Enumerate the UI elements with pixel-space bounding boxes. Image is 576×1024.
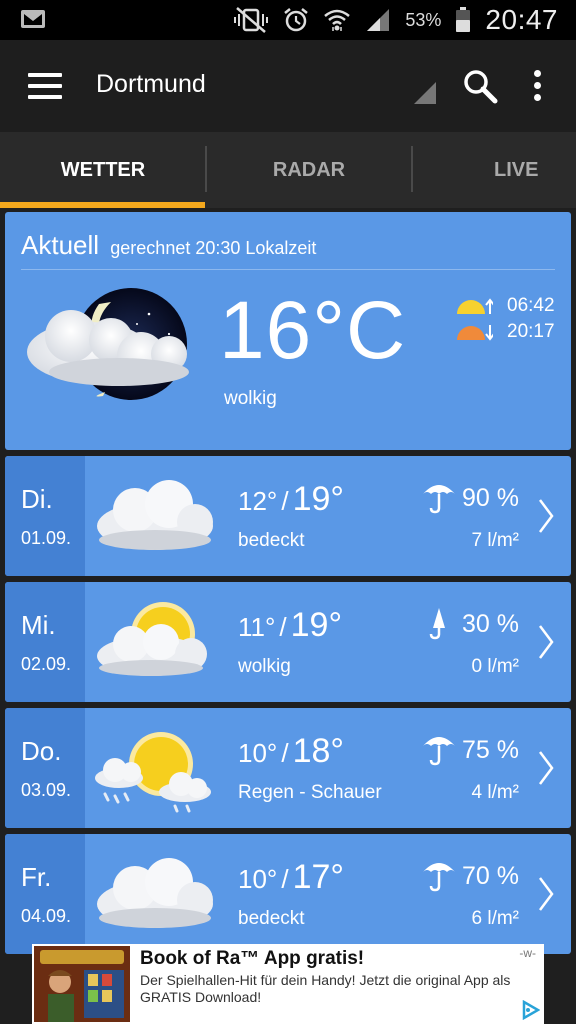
- ad-marker: -w-: [519, 946, 536, 960]
- tab-live[interactable]: LIVE: [412, 132, 576, 208]
- signal-icon: [367, 9, 390, 31]
- forecast-row[interactable]: Do. 03.09. 10°/18° Regen - Schauer 75 % …: [5, 708, 571, 828]
- day-condition: wolkig: [238, 656, 291, 677]
- sunrise-icon: [457, 298, 493, 314]
- current-condition: wolkig: [224, 388, 277, 409]
- temp-min: 12°: [238, 486, 278, 516]
- temp-max: 18°: [292, 732, 344, 770]
- temp-min: 11°: [238, 612, 276, 642]
- tab-bar: WETTER RADAR LIVE: [0, 132, 576, 208]
- day-temperatures: 10°/18°: [238, 732, 344, 770]
- day-condition: bedeckt: [238, 530, 305, 551]
- day-temperatures: 12°/19°: [238, 480, 344, 518]
- current-heading: Aktuell gerechnet 20:30 Lokalzeit: [21, 230, 316, 261]
- precip-amount: 6 l/m²: [471, 908, 520, 929]
- day-name: Mi.: [21, 610, 56, 640]
- dropdown-triangle-icon[interactable]: [414, 82, 436, 104]
- sunset-icon: [457, 325, 493, 341]
- search-icon[interactable]: [462, 68, 498, 104]
- battery-percent: 53%: [405, 9, 442, 30]
- tab-wetter[interactable]: WETTER: [0, 132, 206, 208]
- temp-max: 17°: [292, 858, 344, 896]
- forecast-row[interactable]: Mi. 02.09. 11°/19° wolkig 30 % 0 l/m²: [5, 582, 571, 702]
- precip-amount: 4 l/m²: [471, 782, 520, 803]
- ad-game-image: [34, 946, 130, 1022]
- temp-min: 10°: [238, 864, 278, 894]
- location-title[interactable]: Dortmund: [96, 70, 206, 99]
- day-temperatures: 11°/19°: [238, 606, 343, 644]
- sunrise-time: 06:42: [507, 295, 555, 316]
- app-bar: Dortmund: [0, 40, 576, 132]
- day-date: 02.09.: [21, 654, 72, 674]
- day-condition: bedeckt: [238, 908, 305, 929]
- day-name: Do.: [21, 736, 62, 766]
- chevron-right-icon[interactable]: [537, 498, 555, 534]
- precip-probability: 90 %: [462, 484, 519, 512]
- day-date: 04.09.: [21, 906, 72, 926]
- chevron-right-icon[interactable]: [537, 624, 555, 660]
- moon-cloud-icon: [27, 288, 189, 400]
- temp-max: 19°: [292, 480, 344, 518]
- menu-icon[interactable]: [28, 73, 62, 99]
- umbrella-icon: [423, 485, 455, 514]
- divider: [21, 269, 555, 270]
- day-column: [5, 834, 85, 954]
- sun-cloud-icon: [97, 602, 207, 676]
- chevron-right-icon[interactable]: [537, 876, 555, 912]
- precip-amount: 7 l/m²: [471, 530, 520, 551]
- precip-probability: 30 %: [462, 610, 519, 638]
- day-column: [5, 708, 85, 828]
- overcast-icon: [97, 858, 213, 928]
- precip-probability: 75 %: [462, 736, 519, 764]
- current-temperature: 16°C: [219, 285, 407, 376]
- precip-amount: 0 l/m²: [471, 656, 520, 677]
- battery-icon: [456, 7, 471, 32]
- mute-vibrate-icon: [234, 7, 269, 33]
- umbrella-icon: [423, 863, 455, 892]
- clock: 20:47: [485, 4, 558, 35]
- status-bar: 53% 20:47: [0, 0, 576, 40]
- mail-icon: [21, 10, 45, 28]
- day-column: [5, 456, 85, 576]
- day-column: [5, 582, 85, 702]
- umbrella-icon: [423, 737, 455, 766]
- temp-min: 10°: [238, 738, 278, 768]
- weather-content[interactable]: Aktuell gerechnet 20:30 Lokalzeit 16°C w…: [0, 208, 576, 954]
- day-condition: Regen - Schauer: [238, 782, 382, 803]
- current-subtitle: gerechnet 20:30 Lokalzeit: [110, 238, 317, 258]
- current-weather-card[interactable]: Aktuell gerechnet 20:30 Lokalzeit 16°C w…: [5, 212, 571, 450]
- ad-title[interactable]: Book of Ra™ App gratis!: [140, 948, 364, 970]
- tab-radar[interactable]: RADAR: [206, 132, 412, 208]
- forecast-row[interactable]: Di. 01.09. 12°/19° bedeckt 90 % 7 l/m²: [5, 456, 571, 576]
- sunset-row: 20:17: [455, 320, 555, 344]
- day-date: 01.09.: [21, 528, 72, 548]
- ad-text[interactable]: Der Spielhallen-Hit für dein Handy! Jetz…: [140, 972, 526, 1006]
- temp-max: 19°: [290, 606, 343, 644]
- sun-rain-shower-icon: [95, 732, 211, 813]
- day-name: Fr.: [21, 862, 52, 892]
- overcast-icon: [97, 480, 213, 550]
- umbrella-closed-icon: [429, 608, 445, 640]
- precip-probability: 70 %: [462, 862, 519, 890]
- day-date: 03.09.: [21, 780, 72, 800]
- chevron-right-icon[interactable]: [537, 750, 555, 786]
- adchoices-icon[interactable]: [520, 1000, 540, 1020]
- wifi-icon: [324, 9, 351, 31]
- sunset-time: 20:17: [507, 321, 555, 342]
- more-vert-icon[interactable]: [528, 70, 546, 104]
- day-temperatures: 10°/17°: [238, 858, 344, 896]
- sunrise-row: 06:42: [455, 294, 555, 318]
- alarm-icon: [284, 8, 309, 32]
- current-label: Aktuell: [21, 230, 100, 260]
- ad-banner[interactable]: Book of Ra™ App gratis! Der Spielhallen-…: [32, 944, 544, 1024]
- forecast-row[interactable]: Fr. 04.09. 10°/17° bedeckt 70 % 6 l/m²: [5, 834, 571, 954]
- day-name: Di.: [21, 484, 53, 514]
